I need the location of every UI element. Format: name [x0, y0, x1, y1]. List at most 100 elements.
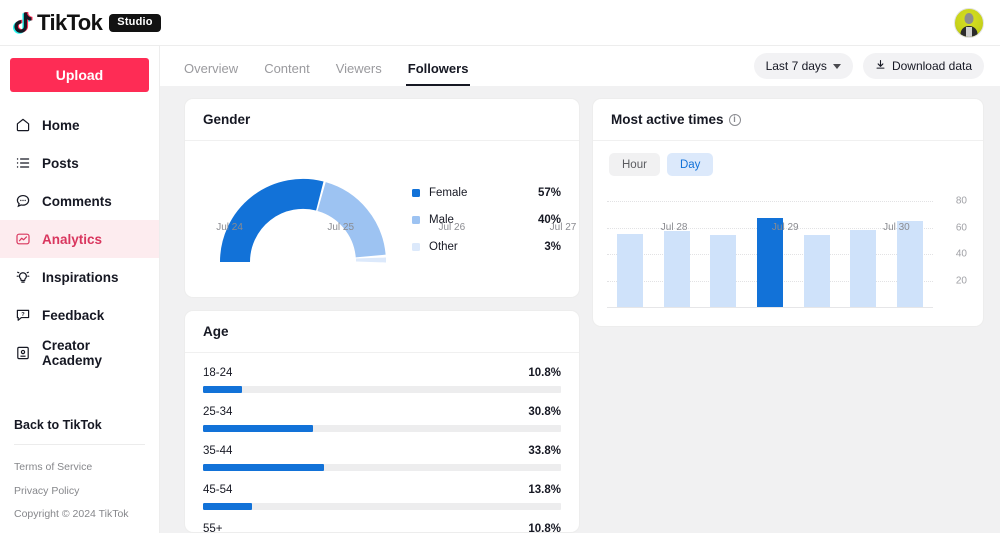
bar-jul-29[interactable]: [850, 229, 877, 307]
cards-grid: Gender Female 57% Male 40% Other 3% Age …: [160, 86, 1000, 533]
age-value: 10.8%: [528, 367, 561, 379]
age-row-top: 25-34 30.8%: [203, 406, 561, 418]
age-row: 35-44 33.8%: [203, 445, 561, 471]
sidebar-nav: Home Posts Comments Analytics Inspiratio…: [0, 106, 159, 372]
sidebar-item-posts[interactable]: Posts: [0, 144, 159, 182]
academy-icon: [14, 345, 31, 362]
sidebar-item-label: Home: [42, 117, 80, 133]
sidebar-item-home[interactable]: Home: [0, 106, 159, 144]
sidebar-item-inspirations[interactable]: Inspirations: [0, 258, 159, 296]
age-row-top: 55+ 10.8%: [203, 523, 561, 532]
comment-icon: [14, 193, 31, 210]
brand[interactable]: TikTok Studio: [12, 11, 161, 35]
age-fill: [203, 425, 314, 432]
top-bar: TikTok Studio: [0, 0, 1000, 46]
header-actions: Last 7 days Download data: [753, 53, 984, 79]
sidebar-item-analytics[interactable]: Analytics: [0, 220, 159, 258]
age-row: 18-24 10.8%: [203, 367, 561, 393]
download-data-label: Download data: [891, 59, 972, 73]
age-label: 18-24: [203, 367, 233, 379]
date-range-label: Last 7 days: [765, 59, 827, 73]
ytick-40: 40: [955, 248, 967, 260]
gender-donut-svg: [219, 178, 386, 263]
sidebar-item-creator-academy[interactable]: Creator Academy: [0, 334, 159, 372]
privacy-policy-link[interactable]: Privacy Policy: [0, 479, 159, 503]
back-to-tiktok-link[interactable]: Back to TikTok: [0, 418, 159, 444]
gender-card-body: Female 57% Male 40% Other 3%: [185, 141, 579, 297]
bar-slot: [793, 190, 840, 307]
toggle-hour[interactable]: Hour: [609, 153, 660, 176]
time-granularity-toggle: Hour Day: [593, 141, 983, 176]
bar-jul-28[interactable]: [803, 235, 830, 307]
sidebar-item-label: Comments: [42, 193, 112, 209]
ytick-20: 20: [955, 275, 967, 287]
legend-label-other: Other: [429, 240, 458, 253]
copyright-text: Copyright © 2024 TikTok: [14, 508, 129, 520]
age-row: 25-34 30.8%: [203, 406, 561, 432]
age-value: 13.8%: [528, 484, 561, 496]
avatar-head: [964, 12, 974, 24]
download-icon: [875, 59, 886, 73]
bar-slot: [840, 190, 887, 307]
chevron-down-icon: [832, 63, 841, 69]
music-note-icon: [12, 11, 34, 35]
sidebar: Upload Home Posts Comments Analytics Ins…: [0, 46, 160, 533]
sidebar-item-label: Creator Academy: [42, 338, 103, 368]
studio-badge: Studio: [109, 13, 161, 32]
bar-jul-24[interactable]: [617, 233, 644, 307]
age-label: 25-34: [203, 406, 233, 418]
age-fill: [203, 464, 324, 471]
bar-slot: [886, 190, 933, 307]
active-times-plot: 80 60 40 20: [607, 190, 967, 308]
brand-wordmark: TikTok: [37, 9, 103, 35]
gender-legend: Female 57% Male 40% Other 3%: [402, 187, 561, 253]
terms-of-service-link[interactable]: Terms of Service: [0, 455, 159, 479]
sidebar-item-feedback[interactable]: ? Feedback: [0, 296, 159, 334]
date-range-selector[interactable]: Last 7 days: [753, 53, 853, 79]
gender-donut-chart: [203, 170, 402, 270]
analytics-subheader: Overview Content Viewers Followers Last …: [160, 46, 1000, 86]
age-track: [203, 464, 561, 471]
bar-jul-26[interactable]: [710, 235, 737, 307]
age-label: 35-44: [203, 445, 233, 457]
tab-overview[interactable]: Overview: [184, 62, 238, 86]
svg-text:?: ?: [21, 312, 25, 318]
bar-jul-30[interactable]: [896, 220, 923, 307]
sidebar-item-comments[interactable]: Comments: [0, 182, 159, 220]
toggle-day[interactable]: Day: [666, 153, 714, 176]
legend-swatch-female: [412, 188, 420, 197]
lightbulb-icon: [14, 269, 31, 286]
upload-button[interactable]: Upload: [10, 58, 149, 92]
gender-card: Gender Female 57% Male 40% Other 3%: [184, 98, 580, 298]
avatar[interactable]: [954, 7, 984, 38]
app-root: TikTok Studio Upload Home Posts Comments…: [0, 0, 1000, 533]
gender-card-title: Gender: [185, 99, 579, 141]
legend-value-other: 3%: [544, 240, 561, 253]
age-fill: [203, 503, 253, 510]
info-icon[interactable]: i: [728, 113, 741, 126]
left-column: Gender Female 57% Male 40% Other 3% Age …: [184, 98, 580, 533]
age-value: 30.8%: [528, 406, 561, 418]
tab-followers[interactable]: Followers: [405, 62, 471, 86]
legend-item-female: Female 57%: [412, 187, 561, 199]
sidebar-item-label: Inspirations: [42, 269, 119, 285]
xtick-jul-27: Jul 27: [549, 222, 577, 233]
age-fill: [203, 386, 242, 393]
legend-swatch-other: [412, 242, 420, 251]
most-active-times-title-row: Most active times i: [593, 99, 983, 141]
most-active-times-card: Most active times i Hour Day 80 60 40 20…: [216, 98, 984, 327]
legend-item-other: Other 3%: [412, 241, 561, 253]
home-icon: [14, 117, 31, 134]
bar-jul-25[interactable]: [663, 231, 690, 307]
xtick-jul-29: Jul 29: [771, 222, 799, 233]
bar-slot: [654, 190, 701, 307]
age-track: [203, 425, 561, 432]
age-row-top: 45-54 13.8%: [203, 484, 561, 496]
ytick-80: 80: [955, 195, 967, 207]
tab-viewers[interactable]: Viewers: [336, 62, 382, 86]
feedback-icon: ?: [14, 307, 31, 324]
tab-content[interactable]: Content: [264, 62, 310, 86]
sidebar-footer: Back to TikTok Terms of Service Privacy …: [0, 418, 159, 533]
download-data-button[interactable]: Download data: [862, 53, 984, 79]
tiktok-logo: TikTok: [12, 9, 103, 35]
